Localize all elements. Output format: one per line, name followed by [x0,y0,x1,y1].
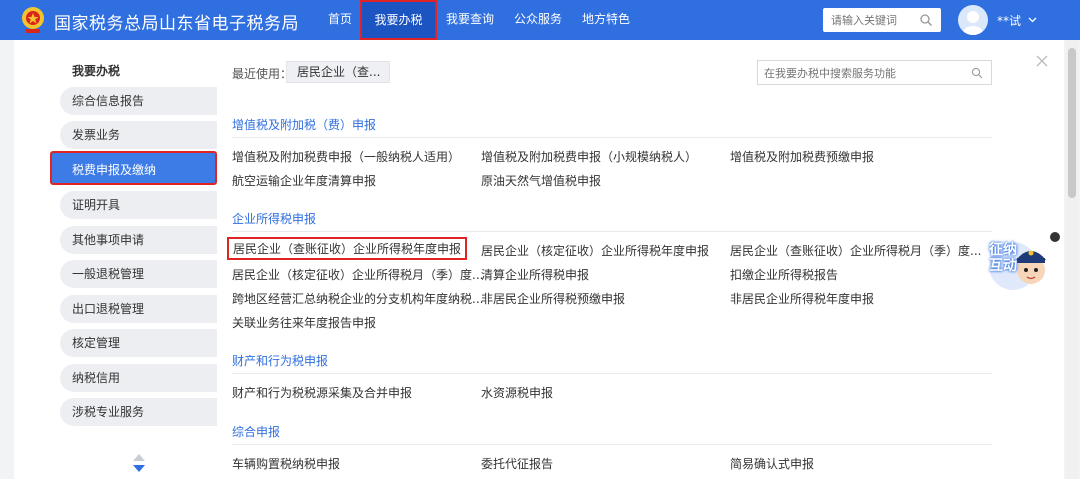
service-link[interactable]: 非居民企业所得税年度申报 [730,290,874,307]
service-link[interactable]: 航空运输企业年度清算申报 [232,172,376,189]
chevron-down-icon[interactable] [1028,15,1037,24]
service-link[interactable]: 增值税及附加税费申报（一般纳税人适用） [232,148,460,165]
sidebar-item-export-refund[interactable]: 出口退税管理 [60,295,217,323]
service-link[interactable]: 清算企业所得税申报 [481,266,589,283]
service-link[interactable]: 增值税及附加税费预缴申报 [730,148,874,165]
sidebar-item-professional-service[interactable]: 涉税专业服务 [60,398,217,426]
service-link[interactable]: 居民企业（核定征收）企业所得税年度申报 [481,242,709,259]
section-divider [232,231,992,232]
main-panel: 我要办税 综合信息报告 发票业务 税费申报及缴纳 证明开具 其他事项申请 一般退… [14,40,1064,479]
service-link[interactable]: 委托代征报告 [481,455,553,472]
section-title-comprehensive: 综合申报 [232,425,281,439]
avatar[interactable] [958,5,988,35]
mascot-close-dot[interactable] [1050,232,1060,242]
section-divider [232,373,992,374]
section-title-property: 财产和行为税申报 [232,354,329,368]
nav-do-tax[interactable]: 我要办税 [360,0,437,40]
service-search [757,60,992,85]
nav-public-service[interactable]: 公众服务 [508,0,568,40]
sidebar-item-other-requests[interactable]: 其他事项申请 [60,226,217,254]
service-link[interactable]: 关联业务往来年度报告申报 [232,314,376,331]
sidebar-item-certificate[interactable]: 证明开具 [60,191,217,219]
scrollbar-thumb[interactable] [1068,48,1076,198]
service-link-highlighted[interactable]: 居民企业（查账征收）企业所得税年度申报 [227,237,468,260]
sidebar-item-refund[interactable]: 一般退税管理 [60,260,217,288]
service-link[interactable]: 跨地区经营汇总纳税企业的分支机构年度纳税... [232,290,483,307]
username[interactable]: **试 [997,12,1021,29]
section-title-vat: 增值税及附加税（费）申报 [232,118,377,132]
service-link[interactable]: 原油天然气增值税申报 [481,172,601,189]
sidebar: 我要办税 综合信息报告 发票业务 税费申报及缴纳 证明开具 其他事项申请 一般退… [14,40,219,479]
sidebar-scroll-arrows-icon[interactable] [131,452,147,474]
top-navigation-bar: 国家税务总局山东省电子税务局 首页 我要办税 我要查询 公众服务 地方特色 **… [0,0,1080,40]
site-title[interactable]: 国家税务总局山东省电子税务局 [54,9,299,34]
sidebar-item-info-report[interactable]: 综合信息报告 [60,87,217,115]
content-area: 最近使用： 居民企业（查... 增值税及附加税（费）申报 增值税及附加税费申报（… [219,40,1064,479]
service-search-input[interactable] [764,65,964,81]
service-link[interactable]: 增值税及附加税费申报（小规模纳税人） [481,148,697,165]
recent-chip[interactable]: 居民企业（查... [286,61,390,83]
header-search-input[interactable] [831,12,917,28]
service-link[interactable]: 扣缴企业所得税报告 [730,266,838,283]
tax-emblem-icon[interactable] [20,6,46,34]
sidebar-item-credit[interactable]: 纳税信用 [60,364,217,392]
nav-query[interactable]: 我要查询 [440,0,500,40]
nav-local-feature[interactable]: 地方特色 [576,0,636,40]
service-link[interactable]: 居民企业（核定征收）企业所得税月（季）度... [232,266,483,283]
service-link[interactable]: 居民企业（查账征收）企业所得税月（季）度... [730,242,981,259]
service-link[interactable]: 简易确认式申报 [730,455,814,472]
search-icon[interactable] [919,13,933,27]
close-icon[interactable] [1035,54,1049,68]
header-search [823,8,941,32]
sidebar-item-invoice[interactable]: 发票业务 [60,121,217,149]
sidebar-item-tax-declaration[interactable]: 税费申报及缴纳 [50,151,217,185]
sidebar-item-assessment[interactable]: 核定管理 [60,329,217,357]
service-link[interactable]: 财产和行为税税源采集及合并申报 [232,384,412,401]
section-title-cit: 企业所得税申报 [232,212,317,226]
page-scrollbar[interactable] [1066,40,1078,479]
user-icon [963,11,983,35]
search-icon[interactable] [971,67,983,79]
section-divider [232,137,992,138]
mascot-interaction-widget[interactable]: 征纳互动 [985,228,1055,298]
service-link[interactable]: 车辆购置税纳税申报 [232,455,340,472]
service-link[interactable]: 非居民企业所得税预缴申报 [481,290,625,307]
nav-home[interactable]: 首页 [320,0,360,40]
section-divider [232,444,992,445]
sidebar-title: 我要办税 [72,64,121,78]
mascot-label: 征纳互动 [989,242,1017,274]
recent-label: 最近使用： [232,67,293,81]
service-link[interactable]: 水资源税申报 [481,384,553,401]
